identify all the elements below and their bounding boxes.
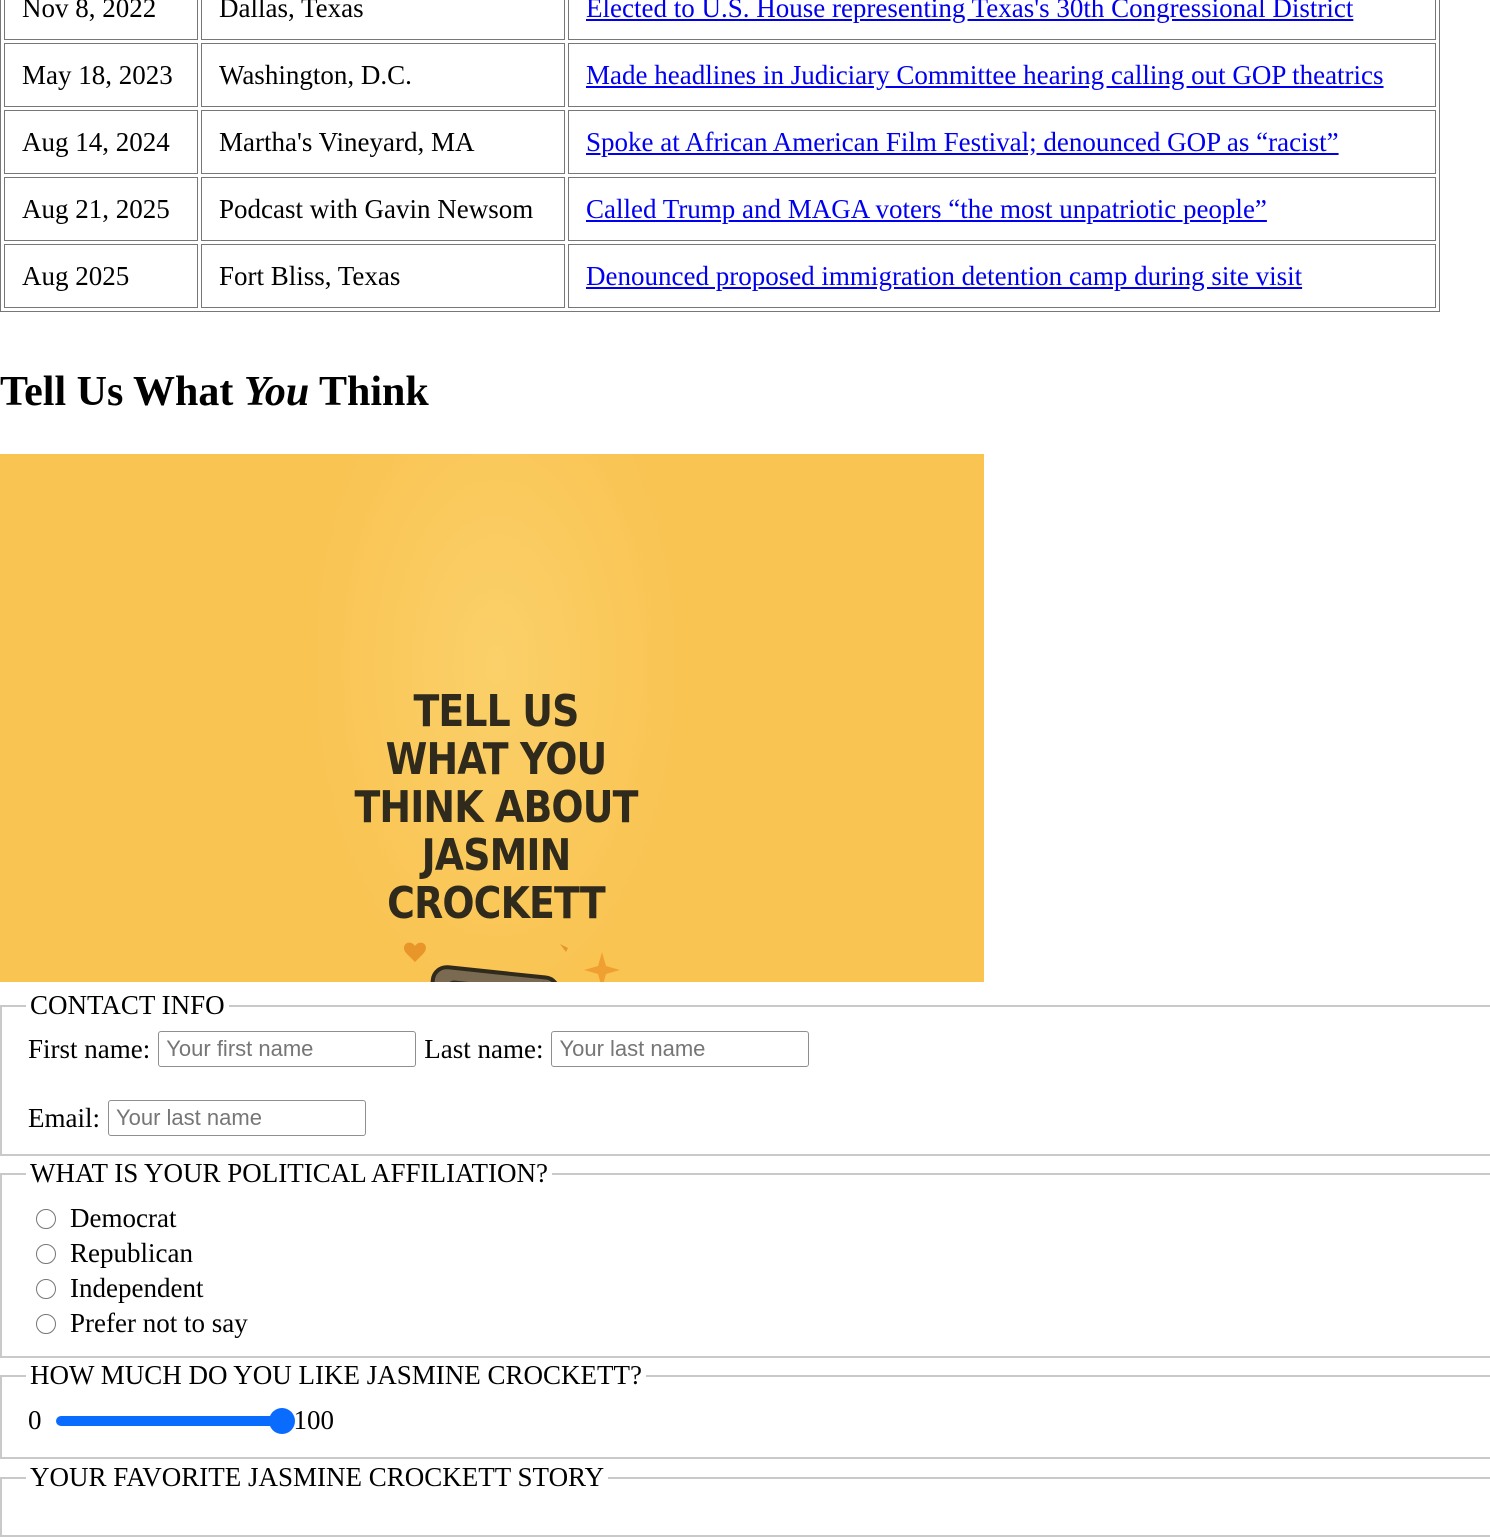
- heading-text-pre: Tell Us What: [0, 369, 244, 415]
- slider-thumb[interactable]: [268, 1407, 295, 1434]
- event-cell: Denounced proposed immigration detention…: [568, 244, 1436, 308]
- section-heading: Tell Us What You Think: [0, 368, 429, 416]
- hero-title: TELL US WHAT YOU THINK ABOUT JASMIN CROC…: [343, 688, 649, 928]
- first-name-input[interactable]: [158, 1031, 417, 1067]
- heading-emphasis: You: [243, 369, 310, 415]
- radio-button[interactable]: [36, 1243, 56, 1264]
- hero-line: JASMIN: [421, 830, 572, 881]
- like-rating-slider[interactable]: [55, 1407, 295, 1434]
- radio-option-prefer-not[interactable]: Prefer not to say: [36, 1308, 248, 1339]
- location-cell: Fort Bliss, Texas: [201, 244, 565, 308]
- event-link[interactable]: Spoke at African American Film Festival;…: [586, 127, 1339, 157]
- slider-max-label: 100: [293, 1405, 335, 1435]
- date-cell: Aug 2025: [4, 244, 198, 308]
- name-row: First name: Last name:: [28, 1031, 817, 1067]
- date-cell: Aug 21, 2025: [4, 177, 198, 241]
- event-link[interactable]: Called Trump and MAGA voters “the most u…: [586, 194, 1267, 224]
- table-row: Aug 14, 2024 Martha's Vineyard, MA Spoke a…: [4, 110, 1436, 174]
- radio-label: Independent: [70, 1273, 204, 1303]
- radio-label: Republican: [70, 1238, 193, 1268]
- last-name-label: Last name:: [424, 1033, 544, 1064]
- email-label: Email:: [28, 1102, 100, 1133]
- favorite-story-fieldset: YOUR FAVORITE JASMINE CROCKETT STORY: [0, 1461, 1490, 1537]
- last-name-input[interactable]: [551, 1031, 810, 1067]
- email-input[interactable]: [107, 1100, 366, 1136]
- like-rating-fieldset: HOW MUCH DO YOU LIKE JASMINE CROCKETT? 0…: [0, 1359, 1490, 1459]
- favorite-story-legend: YOUR FAVORITE JASMINE CROCKETT STORY: [26, 1461, 609, 1493]
- hero-line: THINK ABOUT: [354, 782, 638, 833]
- event-link[interactable]: Made headlines in Judiciary Committee he…: [586, 60, 1384, 90]
- like-rating-legend: HOW MUCH DO YOU LIKE JASMINE CROCKETT?: [26, 1359, 646, 1391]
- event-cell: Made headlines in Judiciary Committee he…: [568, 43, 1436, 107]
- hero-banner: TELL US WHAT YOU THINK ABOUT JASMIN CROC…: [0, 454, 984, 982]
- event-cell: Elected to U.S. House representing Texas…: [568, 0, 1436, 40]
- contact-info-legend: CONTACT INFO: [26, 989, 229, 1021]
- location-cell: Dallas, Texas: [201, 0, 565, 40]
- radio-button[interactable]: [36, 1278, 56, 1299]
- slider-min-label: 0: [28, 1405, 42, 1435]
- radio-option-independent[interactable]: Independent: [36, 1273, 203, 1304]
- hero-line: CROCKETT: [387, 878, 605, 929]
- heading-text-post: Think: [309, 369, 429, 415]
- event-cell: Called Trump and MAGA voters “the most u…: [568, 177, 1436, 241]
- table-row: Aug 2025 Fort Bliss, Texas Denounced propo…: [4, 244, 1436, 308]
- event-cell: Spoke at African American Film Festival;…: [568, 110, 1436, 174]
- radio-label: Democrat: [70, 1203, 177, 1233]
- table-row: Nov 8, 2022 Dallas, Texas Elected to U.S. …: [4, 0, 1436, 40]
- radio-option-democrat[interactable]: Democrat: [36, 1203, 176, 1234]
- radio-button[interactable]: [36, 1208, 56, 1229]
- first-name-label: First name:: [28, 1033, 151, 1064]
- event-link[interactable]: Denounced proposed immigration detention…: [586, 261, 1302, 291]
- date-cell: May 18, 2023: [4, 43, 198, 107]
- hero-line: WHAT YOU: [385, 734, 608, 785]
- contact-info-fieldset: CONTACT INFO First name: Last name: Emai…: [0, 989, 1490, 1156]
- radio-button[interactable]: [36, 1313, 56, 1334]
- table-row: May 18, 2023 Washington, D.C. Made headlin…: [4, 43, 1436, 107]
- affiliation-fieldset: WHAT IS YOUR POLITICAL AFFILIATION? Demo…: [0, 1157, 1490, 1358]
- table-row: Aug 21, 2025 Podcast with Gavin Newsom Cal…: [4, 177, 1436, 241]
- date-cell: Aug 14, 2024: [4, 110, 198, 174]
- location-cell: Podcast with Gavin Newsom: [201, 177, 565, 241]
- affiliation-legend: WHAT IS YOUR POLITICAL AFFILIATION?: [26, 1157, 552, 1189]
- location-cell: Washington, D.C.: [201, 43, 565, 107]
- hero-line: TELL US: [413, 686, 579, 737]
- location-cell: Martha's Vineyard, MA: [201, 110, 565, 174]
- date-cell: Nov 8, 2022: [4, 0, 198, 40]
- like-rating-slider-group: 0 100: [28, 1405, 334, 1436]
- email-row: Email:: [28, 1100, 374, 1136]
- radio-option-republican[interactable]: Republican: [36, 1238, 193, 1269]
- radio-label: Prefer not to say: [70, 1308, 248, 1338]
- timeline-table: Nov 8, 2022 Dallas, Texas Elected to U.S. …: [0, 0, 1440, 312]
- event-link[interactable]: Elected to U.S. House representing Texas…: [586, 0, 1353, 23]
